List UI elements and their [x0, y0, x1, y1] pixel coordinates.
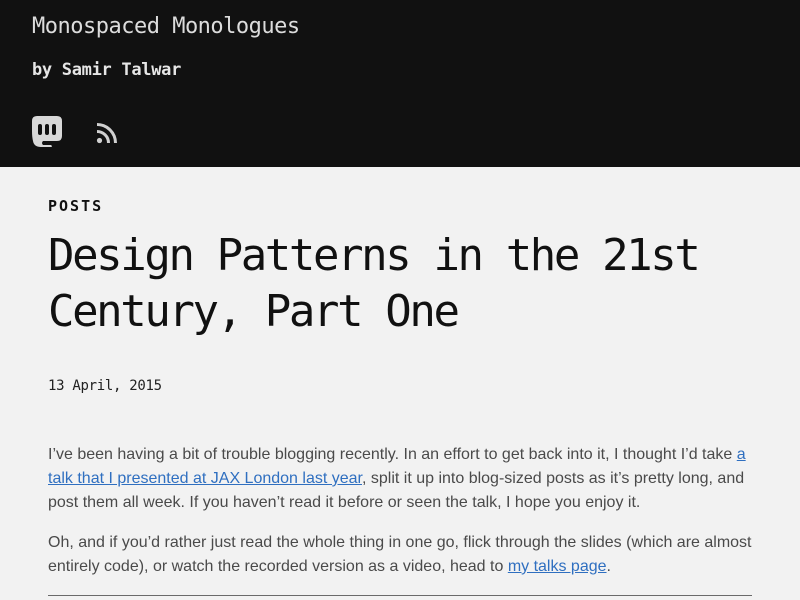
- intro-paragraph: I’ve been having a bit of trouble bloggi…: [48, 443, 754, 515]
- author-byline: by Samir Talwar: [32, 60, 182, 80]
- section-label[interactable]: POSTS: [48, 197, 103, 215]
- site-title[interactable]: Monospaced Monologues: [32, 14, 300, 39]
- paragraph-text: .: [606, 558, 611, 575]
- paragraph-text: Oh, and if you’d rather just read the wh…: [48, 534, 752, 575]
- talks-paragraph: Oh, and if you’d rather just read the wh…: [48, 531, 754, 579]
- paragraph-text: I’ve been having a bit of trouble bloggi…: [48, 446, 737, 463]
- my-talks-page-link[interactable]: my talks page: [508, 558, 607, 575]
- post-date: 13 April, 2015: [48, 378, 162, 394]
- rss-icon: [96, 123, 117, 144]
- mastodon-link[interactable]: [31, 115, 63, 148]
- rss-link[interactable]: [95, 121, 119, 145]
- horizontal-rule: [48, 595, 752, 596]
- mastodon-icon: [32, 116, 62, 147]
- site-header: Monospaced Monologues by Samir Talwar: [0, 0, 800, 167]
- post-title: Design Patterns in the 21st Century, Par…: [48, 230, 701, 337]
